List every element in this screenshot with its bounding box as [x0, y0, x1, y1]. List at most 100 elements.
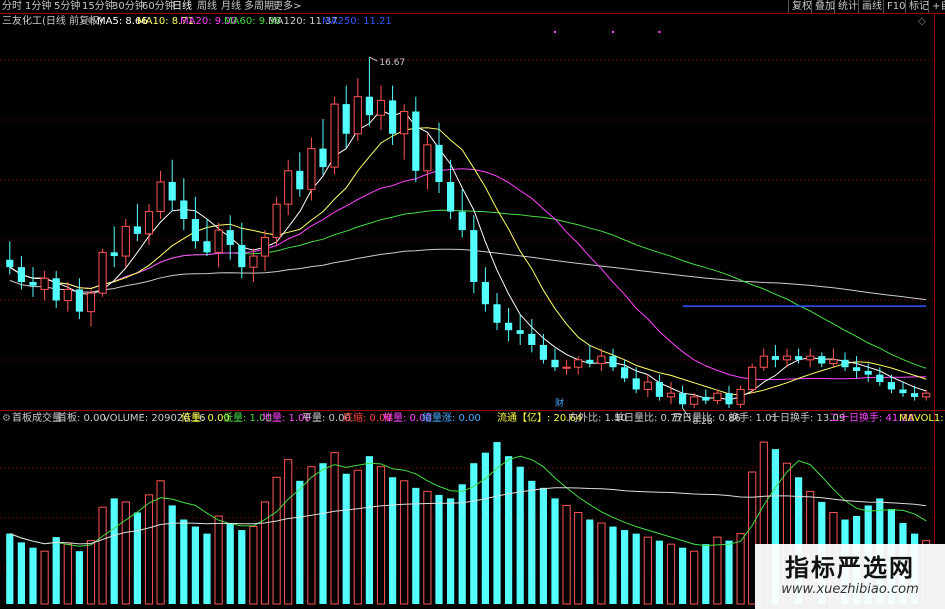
candle-body — [655, 382, 663, 397]
ma120-line — [9, 248, 927, 301]
volume-bar — [249, 526, 258, 605]
candle-body — [759, 355, 768, 368]
candle-body — [690, 396, 699, 405]
candle-body — [156, 181, 165, 213]
volume-bar — [214, 515, 223, 605]
candle-body — [376, 99, 386, 116]
candle-body — [586, 359, 594, 364]
candle-body — [260, 237, 270, 257]
volume-bar — [574, 511, 583, 605]
volume-bar — [632, 533, 640, 604]
candle-body — [319, 148, 327, 168]
volume-bar — [690, 550, 699, 605]
volume-bar — [319, 463, 327, 604]
candle-body — [621, 367, 629, 379]
low-pointer — [682, 407, 692, 421]
volume-bar — [75, 551, 83, 604]
volume-bar — [725, 540, 733, 604]
candle-body — [29, 282, 37, 286]
candle-body — [818, 356, 826, 364]
candle-body — [423, 144, 432, 172]
candle-body — [412, 111, 420, 171]
volume-bar — [609, 526, 617, 604]
high-pointer — [369, 56, 378, 62]
volume-bar — [412, 487, 420, 604]
volume-bar — [423, 490, 432, 605]
volume-bar — [679, 547, 687, 604]
volume-bar — [98, 506, 107, 605]
volume-bar — [702, 544, 710, 604]
volume-bar — [191, 526, 199, 604]
candle-body — [52, 278, 60, 301]
candle-body — [121, 225, 130, 257]
volume-bar — [121, 501, 130, 605]
volume-bar — [621, 530, 629, 604]
kline-chart[interactable]: 16.67 8.28 财 — [0, 0, 945, 609]
candle-body — [272, 203, 281, 239]
volume-bar — [52, 537, 60, 604]
finance-marker: 财 — [555, 397, 564, 409]
candle-body — [330, 103, 339, 168]
volume-bar — [133, 512, 141, 604]
candle-body — [643, 381, 652, 390]
volume-bar — [551, 498, 559, 604]
candle-body — [284, 170, 293, 205]
volume-bar — [586, 519, 594, 604]
volume-bar — [713, 536, 722, 605]
candle-body — [98, 251, 107, 294]
candle-body — [493, 304, 501, 323]
event-dot — [553, 30, 557, 34]
volume-bar — [389, 477, 397, 604]
volume-bar — [168, 505, 176, 604]
candle-body — [133, 226, 141, 234]
candle-body — [597, 355, 606, 365]
volume-bar — [238, 530, 246, 604]
candle-body — [609, 356, 617, 368]
candle-body — [214, 229, 223, 253]
volume-bar — [481, 452, 489, 604]
candle-body — [505, 322, 513, 331]
candle-body — [574, 359, 583, 368]
event-dot — [658, 30, 661, 34]
volume-bar — [307, 466, 316, 605]
candle-body — [713, 392, 722, 402]
volume-bar — [666, 543, 676, 605]
volume-bar — [539, 487, 547, 604]
volume-bar — [562, 504, 571, 605]
candle-body — [470, 230, 478, 282]
volume-bar — [342, 473, 350, 604]
candle-body — [748, 366, 757, 390]
candle-body — [829, 359, 838, 365]
candle-body — [17, 267, 25, 282]
candle-body — [771, 356, 779, 360]
candle-body — [110, 252, 118, 257]
candle-body — [63, 288, 72, 302]
volume-bar — [63, 543, 72, 605]
candle-body — [307, 148, 316, 190]
volume-bar — [516, 466, 524, 604]
candle-body — [911, 393, 919, 397]
candle-body — [562, 366, 571, 369]
candle-body — [40, 277, 49, 290]
volume-bar — [40, 550, 49, 605]
candle-body — [887, 382, 895, 390]
candle-body — [516, 330, 524, 334]
candle-body — [551, 359, 559, 368]
event-dot — [611, 30, 615, 34]
ma10-line — [9, 127, 927, 396]
candle-body — [447, 181, 455, 212]
volume-bar — [6, 533, 14, 604]
volume-bar — [655, 540, 663, 604]
volume-bar — [226, 523, 234, 604]
candle-body — [725, 393, 733, 405]
candle-body — [86, 292, 96, 313]
candle-body — [435, 144, 443, 182]
candle-body — [191, 219, 199, 242]
volume-bar — [365, 456, 373, 604]
volume-bar — [353, 469, 362, 605]
candle-body — [226, 230, 234, 245]
candle-body — [539, 345, 547, 360]
watermark: 指标严选网 www.xuezhibiao.com — [755, 544, 945, 609]
candle-body — [736, 388, 745, 405]
volume-bar — [643, 536, 652, 605]
